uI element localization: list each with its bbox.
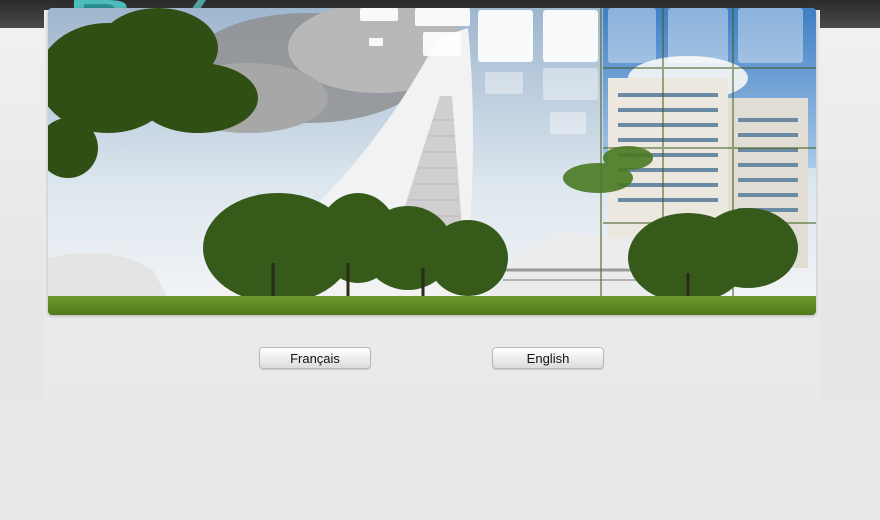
english-language-label: English bbox=[526, 350, 570, 366]
hero-image bbox=[48, 8, 816, 315]
english-language-button[interactable]: English bbox=[492, 347, 604, 369]
french-language-button[interactable]: Français bbox=[259, 347, 371, 369]
french-language-label: Français bbox=[290, 350, 340, 366]
